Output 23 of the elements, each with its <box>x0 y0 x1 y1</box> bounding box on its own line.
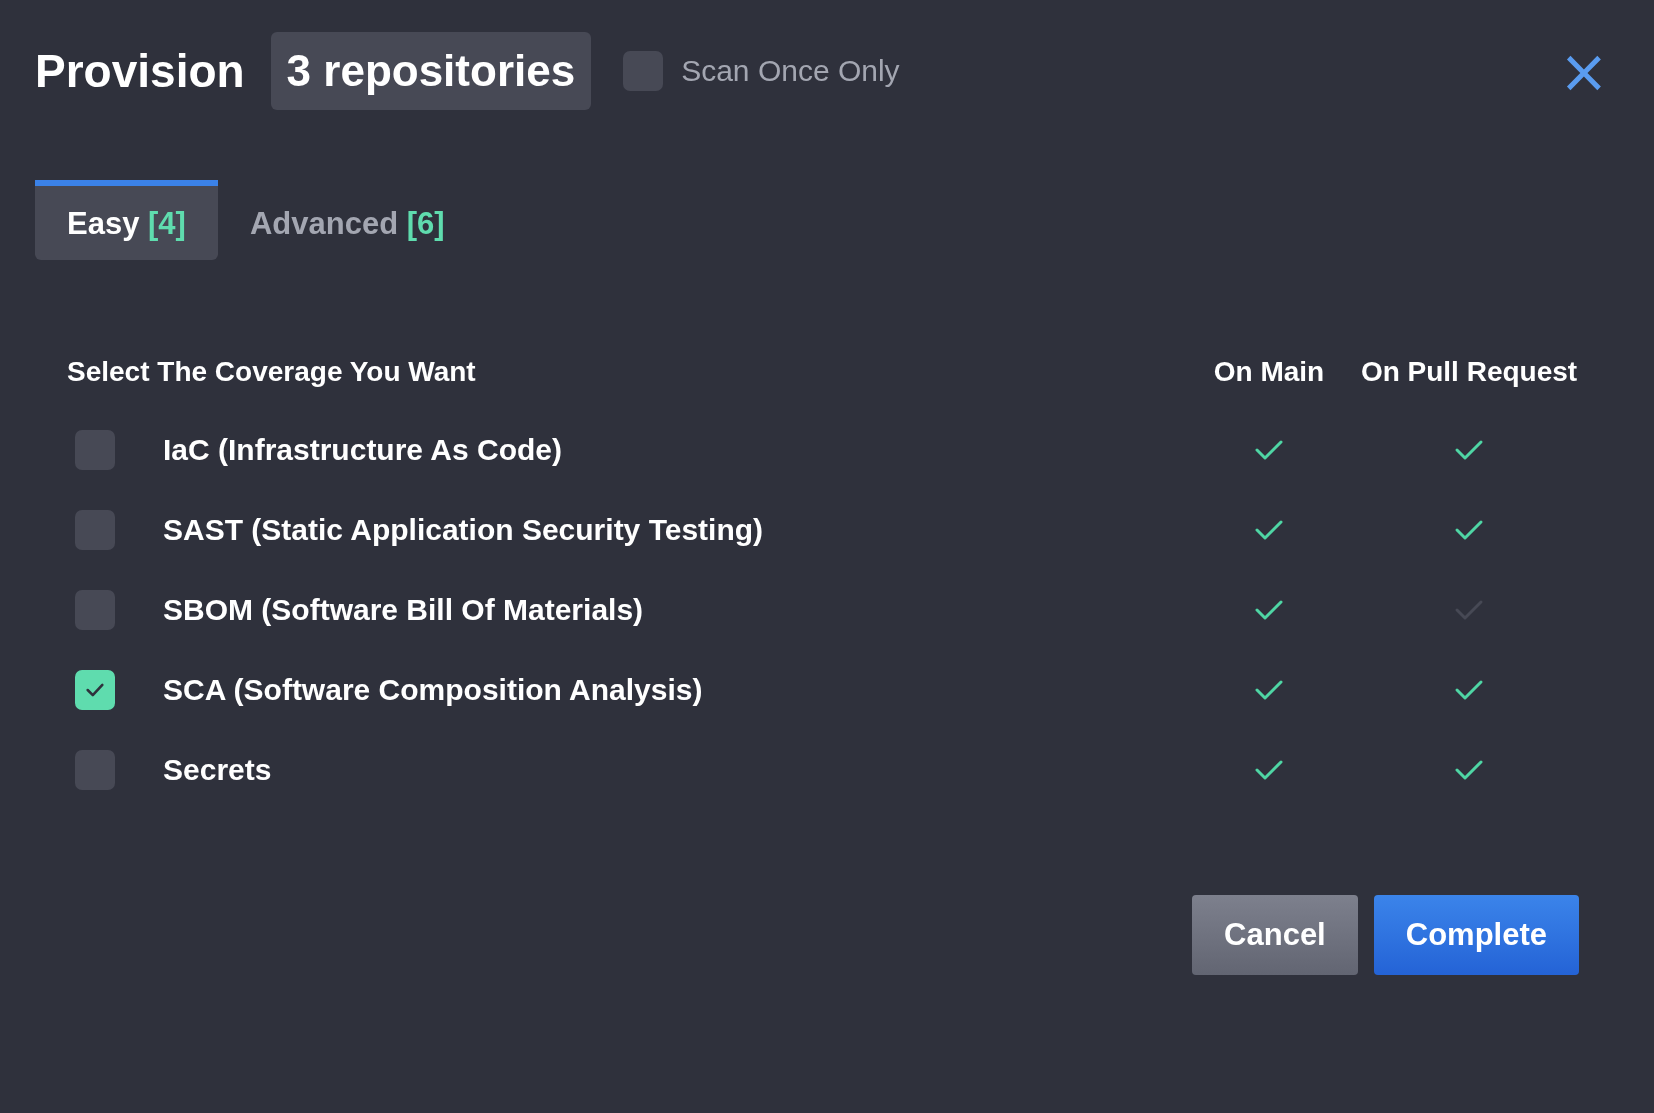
check-icon <box>84 681 106 699</box>
complete-button[interactable]: Complete <box>1373 895 1579 975</box>
tab[interactable]: Advanced [6] <box>217 180 477 260</box>
column-header: On Main <box>1212 356 1326 388</box>
scan-once-label: Scan Once Only <box>681 54 900 88</box>
coverage-label: IaC (Infrastructure As Code) <box>163 433 562 467</box>
repository-count-badge: 3 repositories <box>270 32 592 110</box>
coverage-label: Secrets <box>163 753 272 787</box>
coverage-checkbox[interactable] <box>75 590 115 630</box>
close-button[interactable]: × <box>1548 41 1619 101</box>
coverage-checkbox[interactable] <box>75 430 115 470</box>
scan-once-checkbox[interactable] <box>623 51 664 91</box>
tab[interactable]: Easy [4] <box>35 180 218 260</box>
cancel-button[interactable]: Cancel <box>1192 895 1358 975</box>
coverage-checkbox[interactable] <box>75 670 115 710</box>
coverage-label: SCA (Software Composition Analysis) <box>163 673 703 707</box>
dialog-title: Provision <box>35 44 245 98</box>
coverage-checkbox[interactable] <box>75 750 115 790</box>
coverage-checkbox[interactable] <box>75 510 115 550</box>
column-header: Select The Coverage You Want <box>67 356 477 388</box>
coverage-label: SBOM (Software Bill Of Materials) <box>163 593 644 627</box>
coverage-label: SAST (Static Application Security Testing) <box>163 513 764 547</box>
column-header: On Pull Request <box>1359 356 1579 388</box>
